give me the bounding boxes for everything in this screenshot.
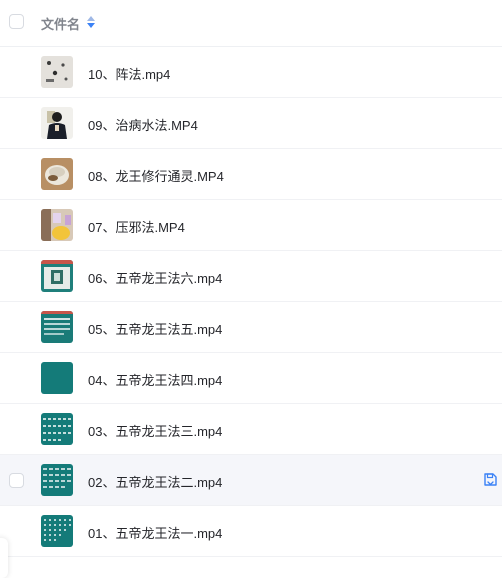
side-panel-edge bbox=[0, 538, 8, 578]
video-thumbnail bbox=[41, 464, 73, 496]
file-name[interactable]: 07、压邪法.MP4 bbox=[88, 217, 185, 236]
file-list-header: 文件名 bbox=[0, 0, 502, 47]
file-name[interactable]: 09、治病水法.MP4 bbox=[88, 115, 198, 134]
video-thumbnail bbox=[41, 362, 73, 394]
video-thumbnail bbox=[41, 158, 73, 190]
video-thumbnail bbox=[41, 209, 73, 241]
file-row[interactable]: 10、阵法.mp4 bbox=[0, 47, 502, 98]
file-row[interactable]: 02、五帝龙王法二.mp4 bbox=[0, 455, 502, 506]
file-row[interactable]: 09、治病水法.MP4 bbox=[0, 98, 502, 149]
file-name[interactable]: 08、龙王修行通灵.MP4 bbox=[88, 166, 224, 185]
file-name[interactable]: 01、五帝龙王法一.mp4 bbox=[88, 523, 222, 542]
file-name[interactable]: 06、五帝龙王法六.mp4 bbox=[88, 268, 222, 287]
save-to-drive-icon[interactable] bbox=[483, 472, 498, 487]
file-row[interactable]: 03、五帝龙王法三.mp4 bbox=[0, 404, 502, 455]
file-row[interactable]: 08、龙王修行通灵.MP4 bbox=[0, 149, 502, 200]
video-thumbnail bbox=[41, 413, 73, 445]
name-column-header[interactable]: 文件名 bbox=[41, 14, 80, 33]
sort-icon[interactable] bbox=[86, 15, 96, 29]
video-thumbnail bbox=[41, 515, 73, 547]
file-row[interactable]: 01、五帝龙王法一.mp4 bbox=[0, 506, 502, 557]
file-row[interactable]: 07、压邪法.MP4 bbox=[0, 200, 502, 251]
video-thumbnail bbox=[41, 260, 73, 292]
file-name[interactable]: 10、阵法.mp4 bbox=[88, 64, 170, 83]
video-thumbnail bbox=[41, 311, 73, 343]
video-thumbnail bbox=[41, 56, 73, 88]
file-name[interactable]: 04、五帝龙王法四.mp4 bbox=[88, 370, 222, 389]
file-row[interactable]: 05、五帝龙王法五.mp4 bbox=[0, 302, 502, 353]
file-name[interactable]: 03、五帝龙王法三.mp4 bbox=[88, 421, 222, 440]
file-row[interactable]: 04、五帝龙王法四.mp4 bbox=[0, 353, 502, 404]
video-thumbnail bbox=[41, 107, 73, 139]
file-row[interactable]: 06、五帝龙王法六.mp4 bbox=[0, 251, 502, 302]
select-all-checkbox[interactable] bbox=[9, 14, 24, 29]
file-name[interactable]: 05、五帝龙王法五.mp4 bbox=[88, 319, 222, 338]
row-checkbox[interactable] bbox=[9, 473, 24, 488]
file-name[interactable]: 02、五帝龙王法二.mp4 bbox=[88, 472, 222, 491]
